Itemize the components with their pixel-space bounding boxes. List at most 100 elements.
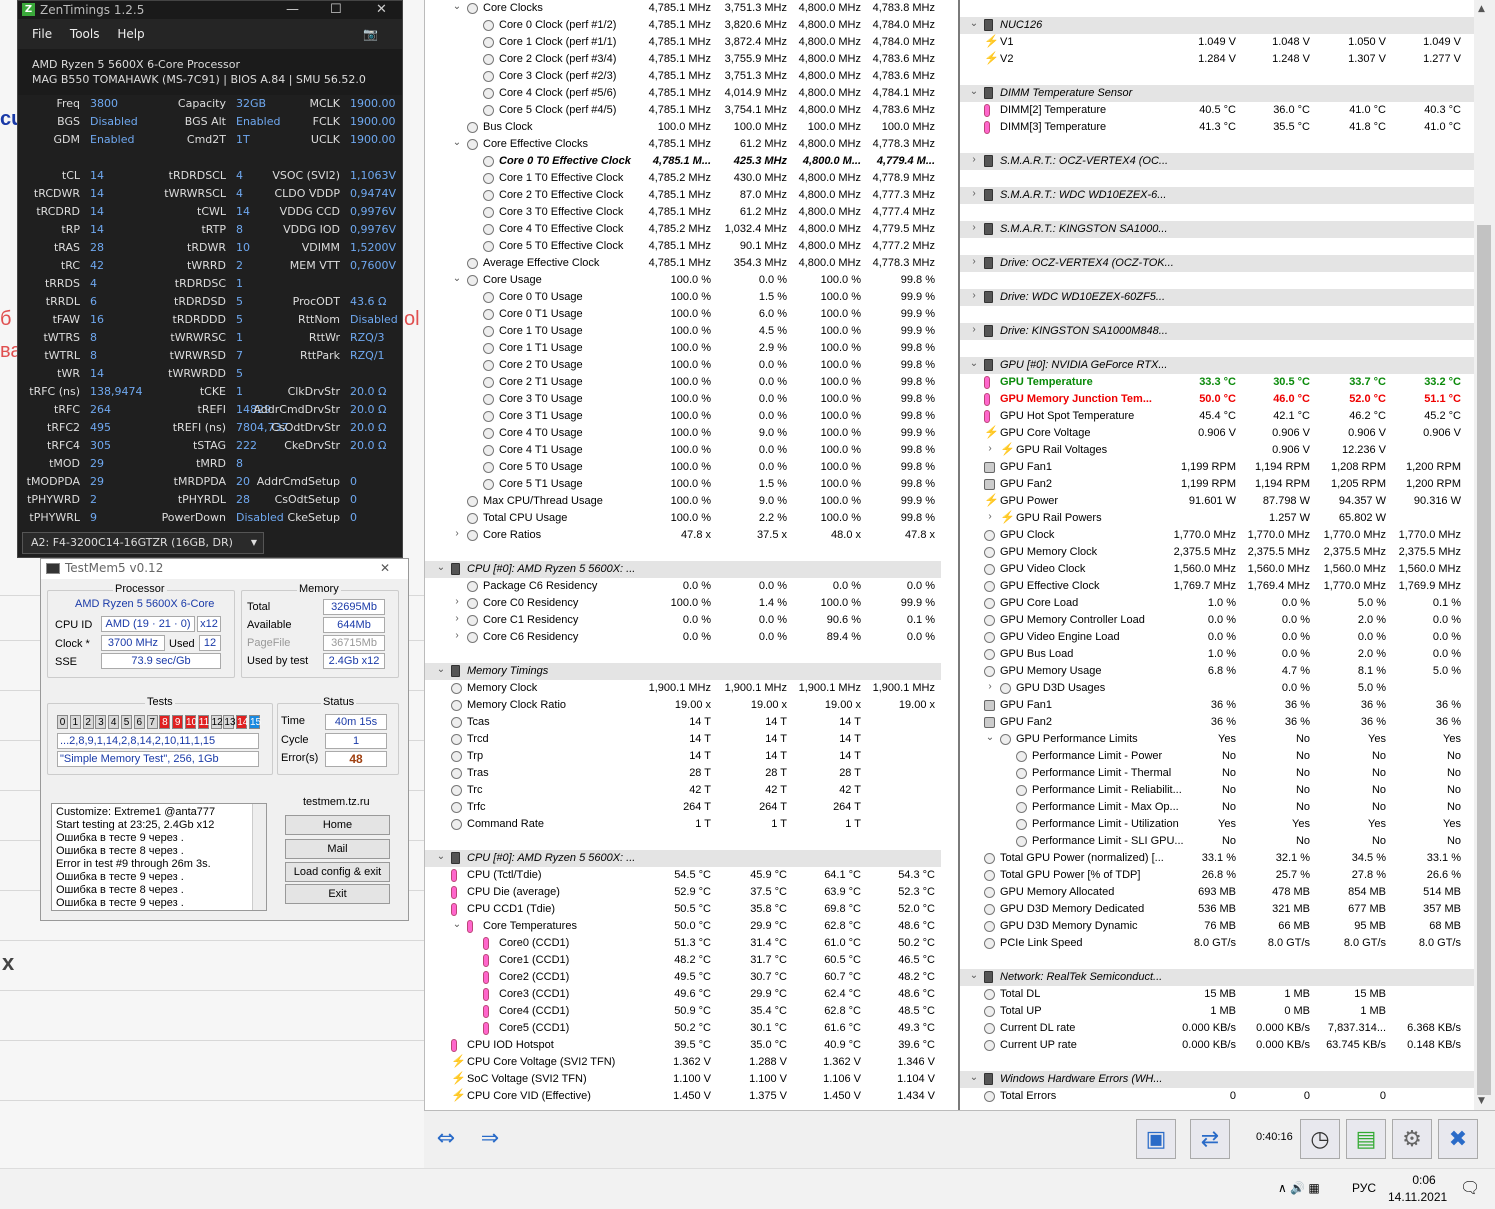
- collapse-icon[interactable]: ⌄: [435, 851, 447, 862]
- sensor-row[interactable]: Package C6 Residency 0.0 % 0.0 % 0.0 % 0.0 %: [425, 578, 941, 595]
- sensor-row[interactable]: GPU Fan2 1,199 RPM 1,194 RPM 1,205 RPM 1,200…: [960, 476, 1474, 493]
- tray-icons[interactable]: ∧ 🔊 ▦: [1278, 1181, 1320, 1195]
- collapse-icon[interactable]: ⌄: [451, 919, 463, 930]
- sensor-row[interactable]: Core 5 T0 Effective Clock 4,785.1 MHz 90.1…: [425, 238, 941, 255]
- sensor-row[interactable]: Trc 42 T 42 T 42 T: [425, 782, 941, 799]
- collapse-icon[interactable]: ⌄: [968, 1072, 980, 1083]
- sensor-row[interactable]: Core 4 T0 Usage 100.0 % 9.0 % 100.0 % 99.9 %: [425, 425, 941, 442]
- load-config-exit-button[interactable]: Load config & exit: [285, 862, 390, 882]
- clock-button[interactable]: ◷: [1300, 1119, 1340, 1159]
- expand-icon[interactable]: ›: [968, 222, 980, 233]
- sensor-row[interactable]: GPU Memory Controller Load 0.0 % 0.0 % 2.0 …: [960, 612, 1474, 629]
- close-icon[interactable]: ✕: [380, 559, 390, 577]
- sensor-row[interactable]: Core 4 T0 Effective Clock 4,785.2 MHz 1,03…: [425, 221, 941, 238]
- sensor-group-header[interactable]: ⌄ CPU [#0]: AMD Ryzen 5 5600X: ...: [425, 561, 941, 578]
- sensor-row[interactable]: Core 0 T0 Usage 100.0 % 1.5 % 100.0 % 99.9 %: [425, 289, 941, 306]
- expand-icon[interactable]: ›: [451, 630, 463, 641]
- expand-icon[interactable]: ›: [968, 256, 980, 267]
- sensor-row[interactable]: Memory Clock Ratio 19.00 x 19.00 x 19.00 x 1…: [425, 697, 941, 714]
- sensor-row[interactable]: ⚡ V1 1.049 V 1.048 V 1.050 V 1.049 V: [960, 34, 1474, 51]
- sensor-row[interactable]: Core4 (CCD1) 50.9 °C 35.4 °C 62.8 °C 48.5 °C: [425, 1003, 941, 1020]
- sensor-row[interactable]: GPU Hot Spot Temperature 45.4 °C 42.1 °C 46…: [960, 408, 1474, 425]
- expand-icon[interactable]: ›: [451, 613, 463, 624]
- sensor-row[interactable]: › GPU D3D Usages 0.0 % 5.0 %: [960, 680, 1474, 697]
- exit-button[interactable]: Exit: [285, 884, 390, 904]
- monitor-button[interactable]: ▣: [1136, 1119, 1176, 1159]
- sensor-row[interactable]: GPU Video Clock 1,560.0 MHz 1,560.0 MHz 1,5…: [960, 561, 1474, 578]
- network-button[interactable]: ⇄: [1190, 1119, 1230, 1159]
- sensor-row[interactable]: Performance Limit - Utilization Yes Yes Yes…: [960, 816, 1474, 833]
- expand-icon[interactable]: ›: [984, 511, 996, 522]
- sensor-row[interactable]: ⚡ SoC Voltage (SVI2 TFN) 1.100 V 1.100 V 1.1…: [425, 1071, 941, 1088]
- close-icon[interactable]: ✕: [376, 1, 387, 19]
- sensor-row[interactable]: Core 2 T0 Usage 100.0 % 0.0 % 100.0 % 99.8 %: [425, 357, 941, 374]
- sensor-row[interactable]: Core 4 Clock (perf #5/6) 4,785.1 MHz 4,014…: [425, 85, 941, 102]
- collapse-icon[interactable]: ⌄: [451, 137, 463, 148]
- log-scrollbar[interactable]: [252, 804, 266, 910]
- sensor-row[interactable]: Core 3 Clock (perf #2/3) 4,785.1 MHz 3,751…: [425, 68, 941, 85]
- expand-icon[interactable]: ›: [984, 443, 996, 454]
- sensor-row[interactable]: CPU (Tctl/Tdie) 54.5 °C 45.9 °C 64.1 °C 54.3…: [425, 867, 941, 884]
- sensor-row[interactable]: Core 1 T0 Effective Clock 4,785.2 MHz 430.…: [425, 170, 941, 187]
- scroll-down-icon[interactable]: ▼: [1478, 1096, 1485, 1106]
- sensor-row[interactable]: GPU Memory Junction Tem... 50.0 °C 46.0 °C…: [960, 391, 1474, 408]
- sensor-group-header[interactable]: ⌄ DIMM Temperature Sensor: [960, 85, 1474, 102]
- sensor-row[interactable]: Performance Limit - Power No No No No: [960, 748, 1474, 765]
- sensor-row[interactable]: Total DL 15 MB 1 MB 15 MB: [960, 986, 1474, 1003]
- sensor-row[interactable]: Core 1 T1 Usage 100.0 % 2.9 % 100.0 % 99.8 %: [425, 340, 941, 357]
- sensor-row[interactable]: Max CPU/Thread Usage 100.0 % 9.0 % 100.0 % 9…: [425, 493, 941, 510]
- sensor-row[interactable]: GPU Fan1 36 % 36 % 36 % 36 %: [960, 697, 1474, 714]
- sensor-row[interactable]: GPU Bus Load 1.0 % 0.0 % 2.0 % 0.0 %: [960, 646, 1474, 663]
- expand-icon[interactable]: ›: [984, 681, 996, 692]
- sensor-row[interactable]: GPU Fan2 36 % 36 % 36 % 36 %: [960, 714, 1474, 731]
- sensor-group-header[interactable]: ⌄ CPU [#0]: AMD Ryzen 5 5600X: ...: [425, 850, 941, 867]
- sensor-row[interactable]: Performance Limit - Reliabilit... No No No N…: [960, 782, 1474, 799]
- sensor-row[interactable]: › ⚡ GPU Rail Powers 1.257 W 65.802 W: [960, 510, 1474, 527]
- sensor-row[interactable]: PCIe Link Speed 8.0 GT/s 8.0 GT/s 8.0 GT/s 8…: [960, 935, 1474, 952]
- language-indicator[interactable]: РУС: [1352, 1181, 1376, 1195]
- notification-icon[interactable]: 🗨: [1460, 1178, 1480, 1198]
- sensor-row[interactable]: CPU Die (average) 52.9 °C 37.5 °C 63.9 °C 52…: [425, 884, 941, 901]
- sensor-row[interactable]: DIMM[2] Temperature 40.5 °C 36.0 °C 41.0 °C…: [960, 102, 1474, 119]
- sensor-group-header[interactable]: › Drive: OCZ-VERTEX4 (OCZ-TOK...: [960, 255, 1474, 272]
- sensor-row[interactable]: Core1 (CCD1) 48.2 °C 31.7 °C 60.5 °C 46.5 °C: [425, 952, 941, 969]
- sensor-row[interactable]: Memory Clock 1,900.1 MHz 1,900.1 MHz 1,900.…: [425, 680, 941, 697]
- sensor-row[interactable]: Core 1 Clock (perf #1/1) 4,785.1 MHz 3,872…: [425, 34, 941, 51]
- sensor-row[interactable]: Core 1 T0 Usage 100.0 % 4.5 % 100.0 % 99.9 %: [425, 323, 941, 340]
- module-select[interactable]: A2: F4-3200C14-16GTZR (16GB, DR) ▼: [22, 532, 264, 554]
- sensor-row[interactable]: › Core Ratios 47.8 x 37.5 x 48.0 x 47.8 x: [425, 527, 941, 544]
- sensor-row[interactable]: Current DL rate 0.000 KB/s 0.000 KB/s 7,837…: [960, 1020, 1474, 1037]
- report-button[interactable]: ▤: [1346, 1119, 1386, 1159]
- nav-right-button[interactable]: ⇒: [470, 1119, 510, 1159]
- sensor-row[interactable]: ⌄ Core Clocks 4,785.1 MHz 3,751.3 MHz 4,800.…: [425, 0, 941, 17]
- minimize-icon[interactable]: —: [286, 1, 299, 19]
- sensor-row[interactable]: › Core C0 Residency 100.0 % 1.4 % 100.0 % 99.…: [425, 595, 941, 612]
- sensor-row[interactable]: ⚡ GPU Core Voltage 0.906 V 0.906 V 0.906 V 0.…: [960, 425, 1474, 442]
- sensor-group-header[interactable]: › S.M.A.R.T.: WDC WD10EZEX-6...: [960, 187, 1474, 204]
- sensor-row[interactable]: GPU D3D Memory Dedicated 536 MB 321 MB 677 …: [960, 901, 1474, 918]
- sensor-row[interactable]: Core 0 T1 Usage 100.0 % 6.0 % 100.0 % 99.9 %: [425, 306, 941, 323]
- sensor-row[interactable]: › ⚡ GPU Rail Voltages 0.906 V 12.236 V: [960, 442, 1474, 459]
- collapse-icon[interactable]: ⌄: [968, 358, 980, 369]
- sensor-group-header[interactable]: › S.M.A.R.T.: OCZ-VERTEX4 (OC...: [960, 153, 1474, 170]
- sensor-row[interactable]: Tcas 14 T 14 T 14 T: [425, 714, 941, 731]
- expand-icon[interactable]: ›: [968, 324, 980, 335]
- sensor-row[interactable]: ⚡ GPU Power 91.601 W 87.798 W 94.357 W 90.316…: [960, 493, 1474, 510]
- sensor-row[interactable]: GPU Memory Clock 2,375.5 MHz 2,375.5 MHz 2,…: [960, 544, 1474, 561]
- sensor-group-header[interactable]: ⌄ NUC126: [960, 17, 1474, 34]
- vertical-scrollbar[interactable]: ▲ ▼: [1474, 0, 1495, 1110]
- sensor-row[interactable]: Core0 (CCD1) 51.3 °C 31.4 °C 61.0 °C 50.2 °C: [425, 935, 941, 952]
- sensor-row[interactable]: ⚡ CPU Core VID (Effective) 1.450 V 1.375 V 1…: [425, 1088, 941, 1105]
- sensor-row[interactable]: ⌄ Core Effective Clocks 4,785.1 MHz 61.2 MH…: [425, 136, 941, 153]
- sensor-group-header[interactable]: › Drive: KINGSTON SA1000M848...: [960, 323, 1474, 340]
- sensor-row[interactable]: Performance Limit - SLI GPU... No No No No: [960, 833, 1474, 850]
- collapse-icon[interactable]: ⌄: [451, 1, 463, 12]
- collapse-icon[interactable]: ⌄: [435, 562, 447, 573]
- sensor-row[interactable]: Total Errors 0 0 0: [960, 1088, 1474, 1105]
- sensor-group-header[interactable]: ⌄ Windows Hardware Errors (WH...: [960, 1071, 1474, 1088]
- menu-tools[interactable]: Tools: [70, 27, 100, 41]
- sensor-row[interactable]: Core 0 T0 Effective Clock 4,785.1 M... 425…: [425, 153, 941, 170]
- sensor-row[interactable]: › Core C1 Residency 0.0 % 0.0 % 90.6 % 0.1 %: [425, 612, 941, 629]
- sensor-row[interactable]: Core 3 T0 Effective Clock 4,785.1 MHz 61.2…: [425, 204, 941, 221]
- sensor-row[interactable]: Core 5 Clock (perf #4/5) 4,785.1 MHz 3,754…: [425, 102, 941, 119]
